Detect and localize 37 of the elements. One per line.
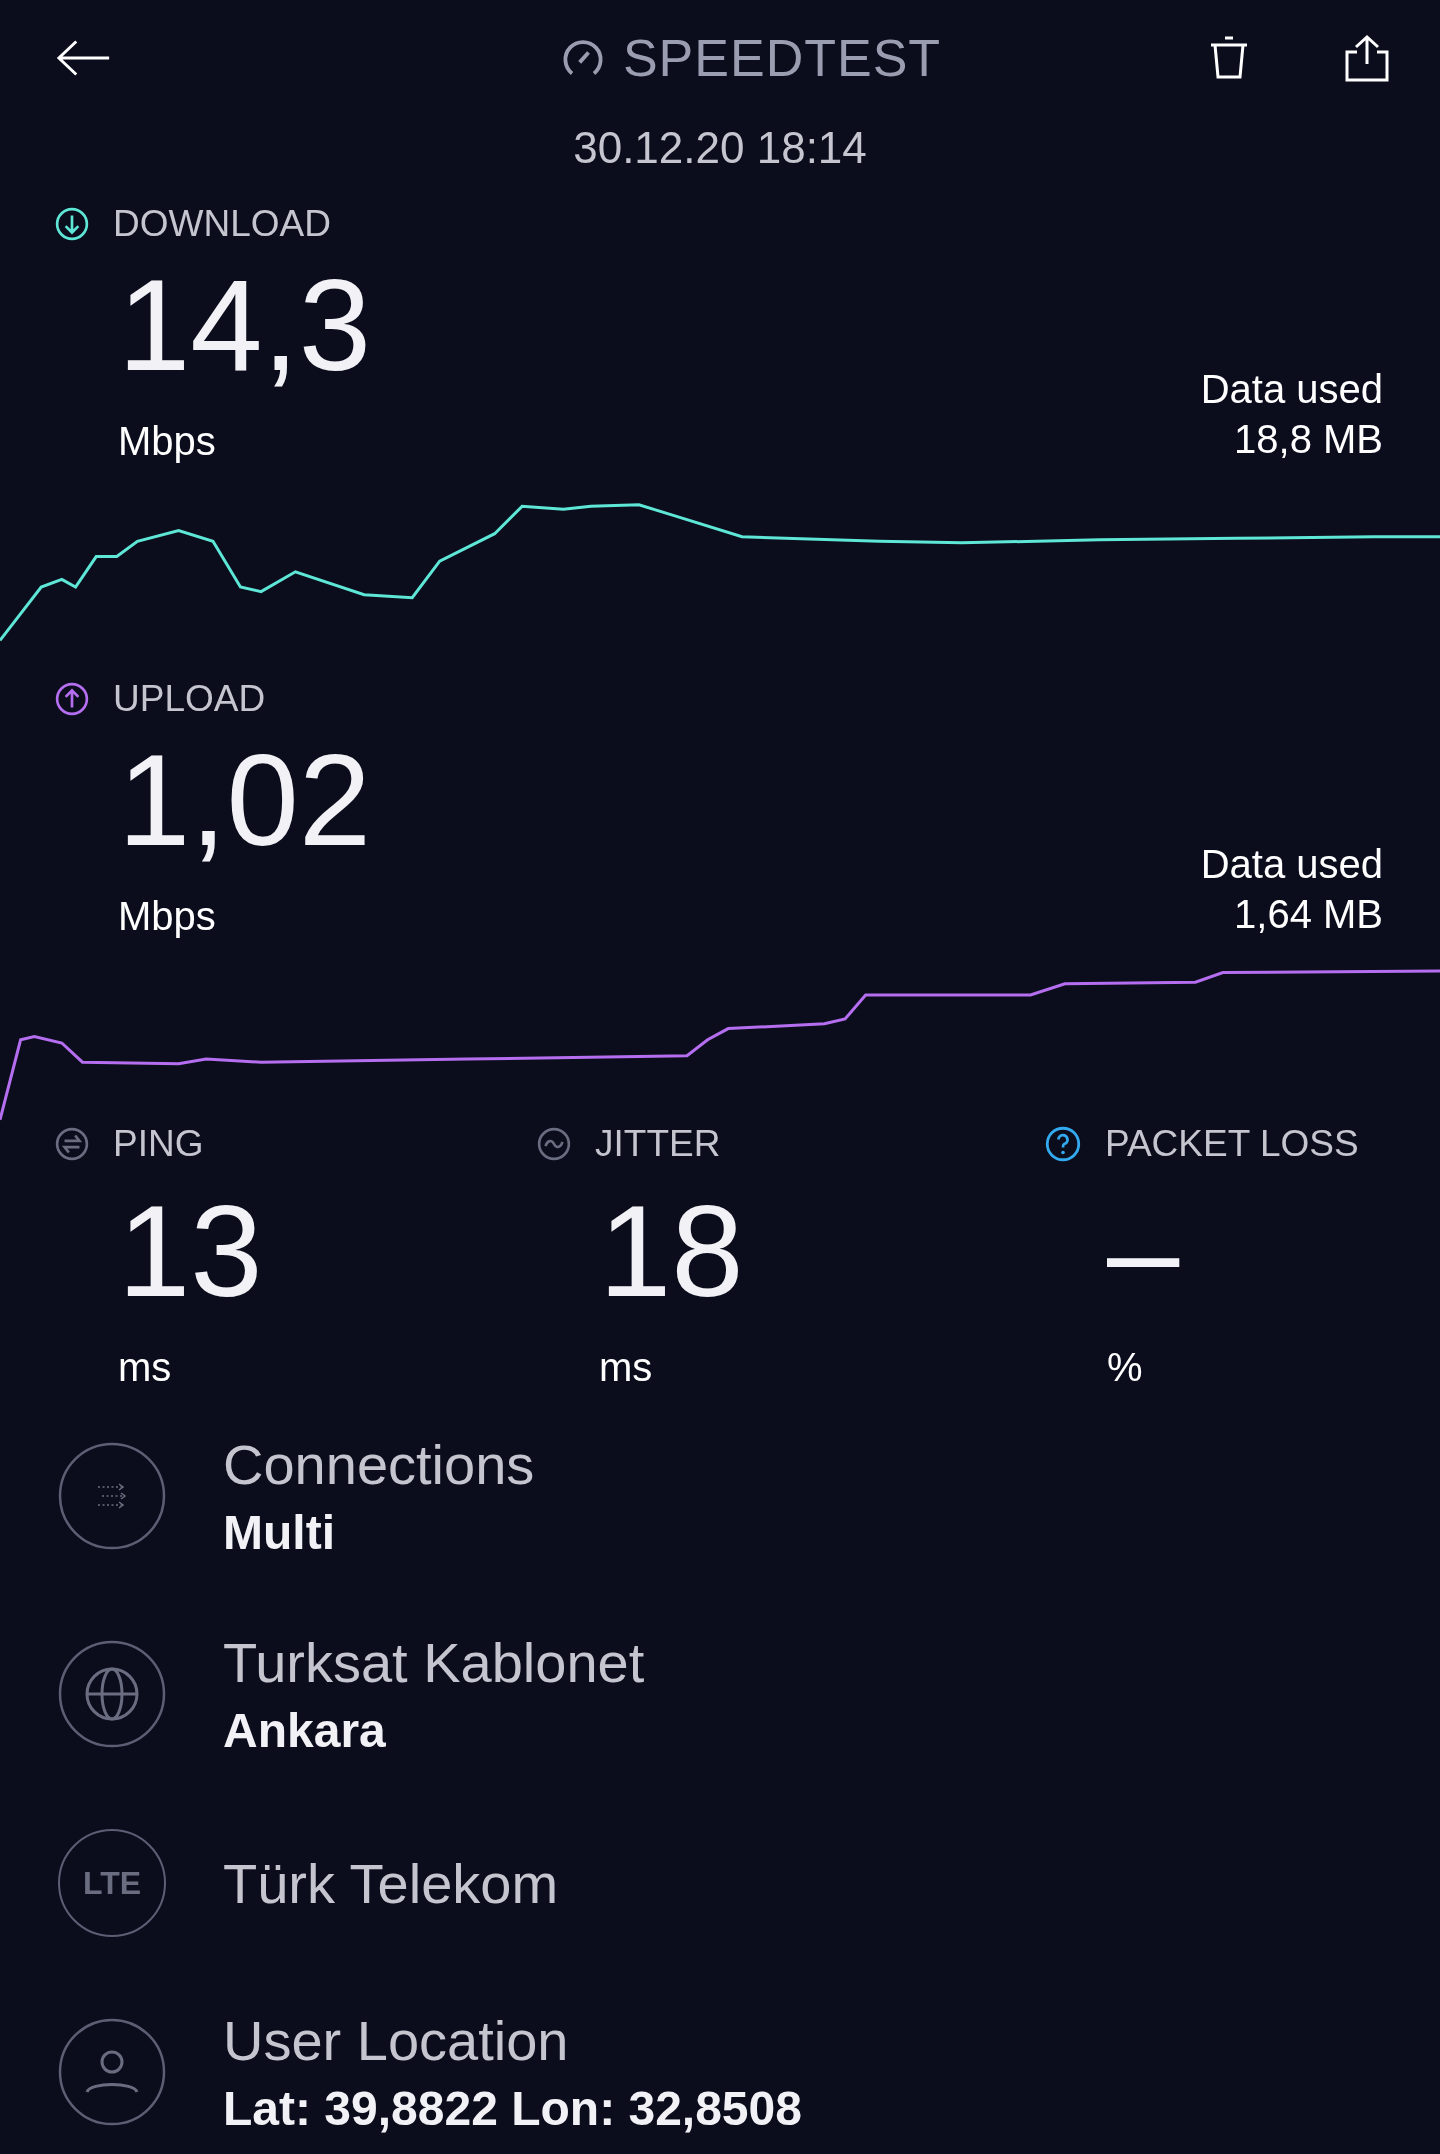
user-icon xyxy=(58,2018,166,2126)
share-icon[interactable] xyxy=(1344,33,1390,82)
globe-icon xyxy=(58,1640,166,1748)
wave-icon xyxy=(537,1127,571,1161)
speed-value: 1,02 xyxy=(118,726,372,875)
metric-value: 13 xyxy=(117,1177,264,1326)
detail-title: Türk Telekom xyxy=(223,1850,559,1916)
metric-unit: ms xyxy=(598,1345,654,1390)
metric-label: DOWNLOAD xyxy=(113,203,331,245)
metric-unit: % xyxy=(1106,1345,1144,1390)
speed-unit: Mbps xyxy=(118,894,217,939)
metric-label: PACKET LOSS xyxy=(1105,1123,1359,1165)
data-used-value: 1,64 MB xyxy=(1233,891,1383,938)
connections-icon xyxy=(58,1442,166,1550)
metric-value: 18 xyxy=(598,1177,745,1326)
detail-title: Turksat Kablonet xyxy=(223,1630,645,1695)
metric-value: – xyxy=(1106,1177,1181,1326)
data-used-value: 18,8 MB xyxy=(1233,416,1383,463)
data-used-label: Data used xyxy=(1200,366,1383,413)
detail-value: Ankara xyxy=(223,1703,387,1758)
help-icon[interactable] xyxy=(1045,1126,1081,1162)
trash-icon[interactable] xyxy=(1209,34,1249,81)
detail-value: Lat: 39,8822 Lon: 32,8508 xyxy=(223,2081,802,2136)
network-type-icon: LTE xyxy=(58,1829,166,1937)
detail-value: Multi xyxy=(223,1505,336,1560)
ping-icon xyxy=(55,1127,89,1161)
detail-title: User Location xyxy=(223,2008,570,2073)
metric-unit: ms xyxy=(117,1345,173,1390)
test-datetime: 30.12.20 18:14 xyxy=(572,123,868,173)
metric-label: UPLOAD xyxy=(113,678,266,720)
detail-title: Connections xyxy=(223,1432,535,1497)
speed-unit: Mbps xyxy=(118,419,217,464)
metric-label: JITTER xyxy=(595,1123,721,1165)
data-used-label: Data used xyxy=(1200,841,1383,888)
speed-value: 14,3 xyxy=(118,251,372,400)
app-title: SPEEDTEST xyxy=(622,27,942,88)
metric-label: PING xyxy=(113,1123,204,1165)
